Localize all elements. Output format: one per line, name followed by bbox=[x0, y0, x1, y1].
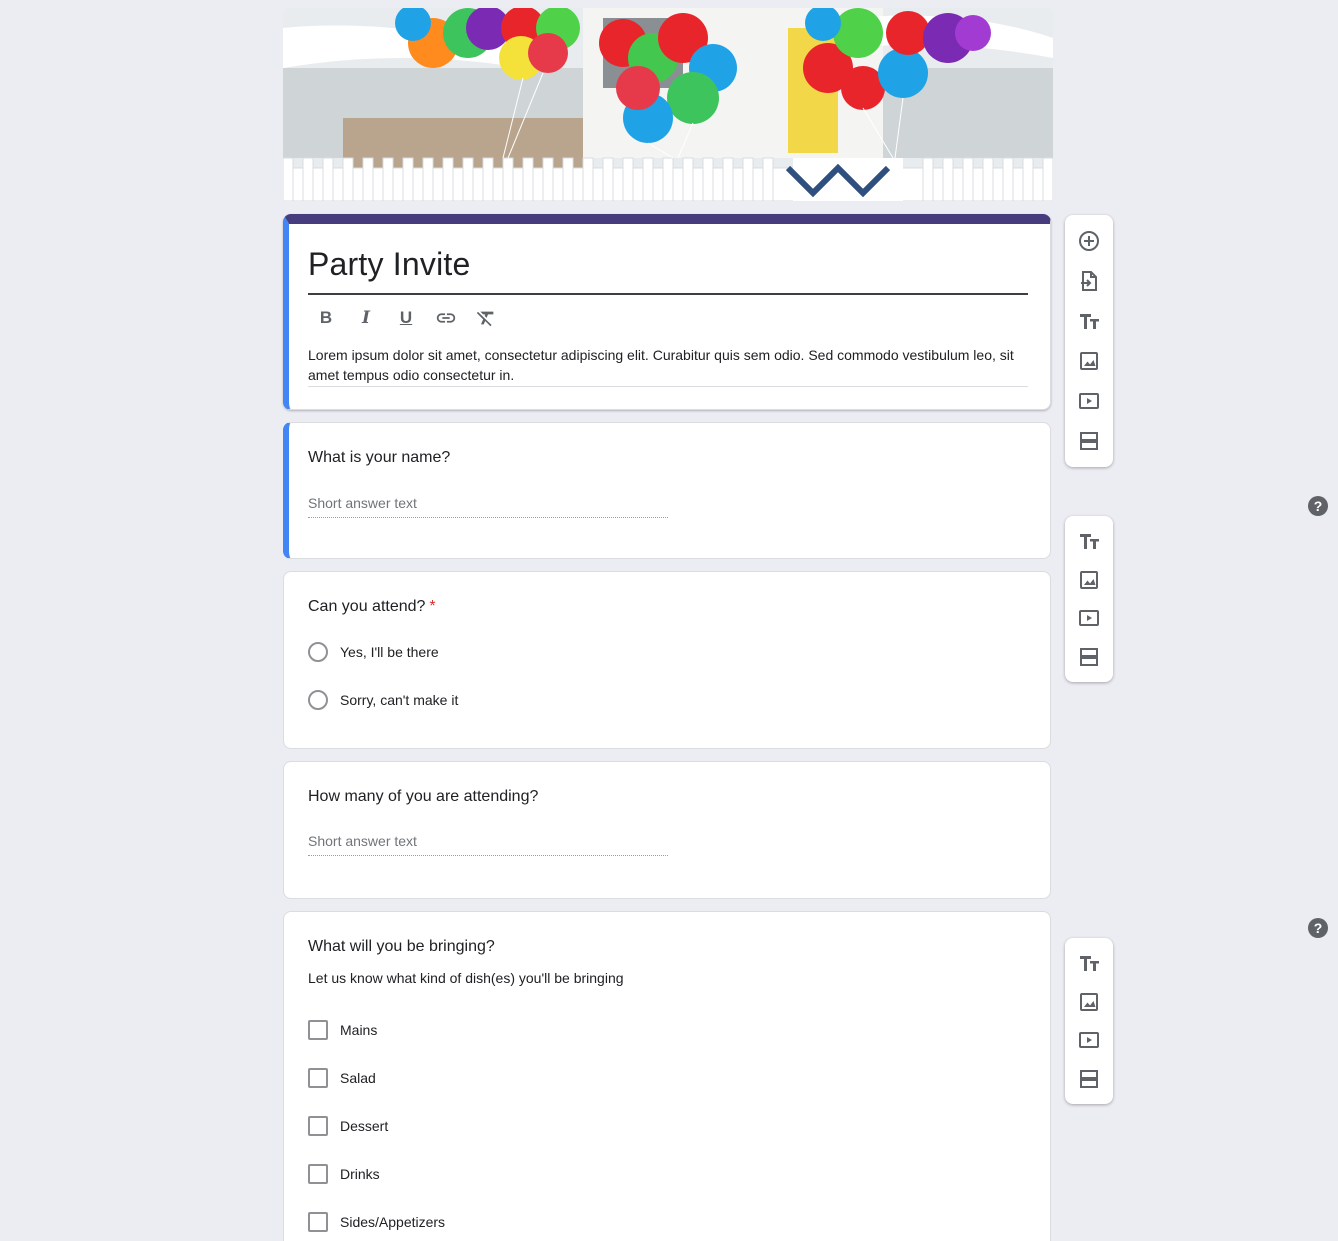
form-description-input[interactable]: Lorem ipsum dolor sit amet, consectetur … bbox=[308, 345, 1028, 387]
checkbox-option[interactable]: Mains bbox=[308, 1020, 377, 1040]
add-video-icon[interactable] bbox=[1069, 381, 1109, 421]
checkbox-option[interactable]: Salad bbox=[308, 1068, 376, 1088]
header-image bbox=[283, 8, 1053, 201]
add-image-icon[interactable] bbox=[1069, 341, 1109, 381]
question-card-attend[interactable]: Can you attend? * Yes, I'll be there Sorr… bbox=[283, 571, 1051, 749]
checkbox-option[interactable]: Dessert bbox=[308, 1116, 388, 1136]
checkbox[interactable] bbox=[308, 1068, 328, 1088]
radio-button[interactable] bbox=[308, 690, 328, 710]
question-card-count[interactable]: How many of you are attending? Short ans… bbox=[283, 761, 1051, 899]
question-toolbar bbox=[1065, 516, 1113, 682]
form-title-input[interactable]: Party Invite bbox=[308, 246, 1028, 295]
short-answer-field: Short answer text bbox=[308, 495, 668, 518]
option-label: Yes, I'll be there bbox=[340, 644, 439, 660]
add-title-icon[interactable] bbox=[1069, 944, 1109, 983]
checkbox[interactable] bbox=[308, 1212, 328, 1232]
option-label: Salad bbox=[340, 1070, 376, 1086]
option-label: Sorry, can't make it bbox=[340, 692, 459, 708]
underline-button[interactable]: U bbox=[394, 306, 418, 330]
question-toolbar bbox=[1065, 215, 1113, 467]
import-questions-icon[interactable] bbox=[1069, 261, 1109, 301]
checkbox[interactable] bbox=[308, 1164, 328, 1184]
option-label: Dessert bbox=[340, 1118, 389, 1134]
add-image-icon[interactable] bbox=[1069, 561, 1109, 600]
short-answer-field: Short answer text bbox=[308, 833, 668, 856]
help-icon[interactable]: ? bbox=[1308, 918, 1328, 938]
add-section-icon[interactable] bbox=[1069, 1060, 1109, 1099]
link-icon[interactable] bbox=[434, 306, 458, 330]
question-title-text: Can you attend? bbox=[308, 598, 426, 615]
italic-button[interactable]: I bbox=[354, 306, 378, 330]
add-section-icon[interactable] bbox=[1069, 421, 1109, 461]
question-title: What will you be bringing? bbox=[308, 938, 495, 955]
checkbox-option[interactable]: Drinks bbox=[308, 1164, 380, 1184]
radio-button[interactable] bbox=[308, 642, 328, 662]
required-asterisk: * bbox=[429, 598, 436, 615]
add-video-icon[interactable] bbox=[1069, 599, 1109, 638]
checkbox[interactable] bbox=[308, 1116, 328, 1136]
option-label: Drinks bbox=[340, 1166, 380, 1182]
add-title-icon[interactable] bbox=[1069, 522, 1109, 561]
question-description: Let us know what kind of dish(es) you'll… bbox=[308, 970, 624, 986]
question-card-bringing[interactable]: What will you be bringing? Let us know w… bbox=[283, 911, 1051, 1241]
form-title-card[interactable]: Party Invite B I U Lorem ipsum dolor sit… bbox=[283, 214, 1051, 410]
clear-format-icon[interactable] bbox=[474, 306, 498, 330]
option-label: Sides/Appetizers bbox=[340, 1214, 446, 1230]
bold-button[interactable]: B bbox=[314, 306, 338, 330]
add-video-icon[interactable] bbox=[1069, 1021, 1109, 1060]
radio-option[interactable]: Yes, I'll be there bbox=[308, 642, 439, 662]
checkbox[interactable] bbox=[308, 1020, 328, 1040]
add-image-icon[interactable] bbox=[1069, 983, 1109, 1022]
question-title: How many of you are attending? bbox=[308, 788, 539, 805]
add-section-icon[interactable] bbox=[1069, 638, 1109, 677]
add-title-icon[interactable] bbox=[1069, 301, 1109, 341]
add-question-icon[interactable] bbox=[1069, 221, 1109, 261]
format-toolbar: B I U bbox=[314, 306, 498, 330]
checkbox-option[interactable]: Sides/Appetizers bbox=[308, 1212, 445, 1232]
question-title: Can you attend? * bbox=[308, 598, 436, 616]
question-toolbar bbox=[1065, 938, 1113, 1104]
help-icon[interactable]: ? bbox=[1308, 496, 1328, 516]
question-card-name[interactable]: What is your name? Short answer text bbox=[283, 422, 1051, 559]
radio-option[interactable]: Sorry, can't make it bbox=[308, 690, 458, 710]
question-title: What is your name? bbox=[308, 449, 451, 466]
option-label: Mains bbox=[340, 1022, 378, 1038]
